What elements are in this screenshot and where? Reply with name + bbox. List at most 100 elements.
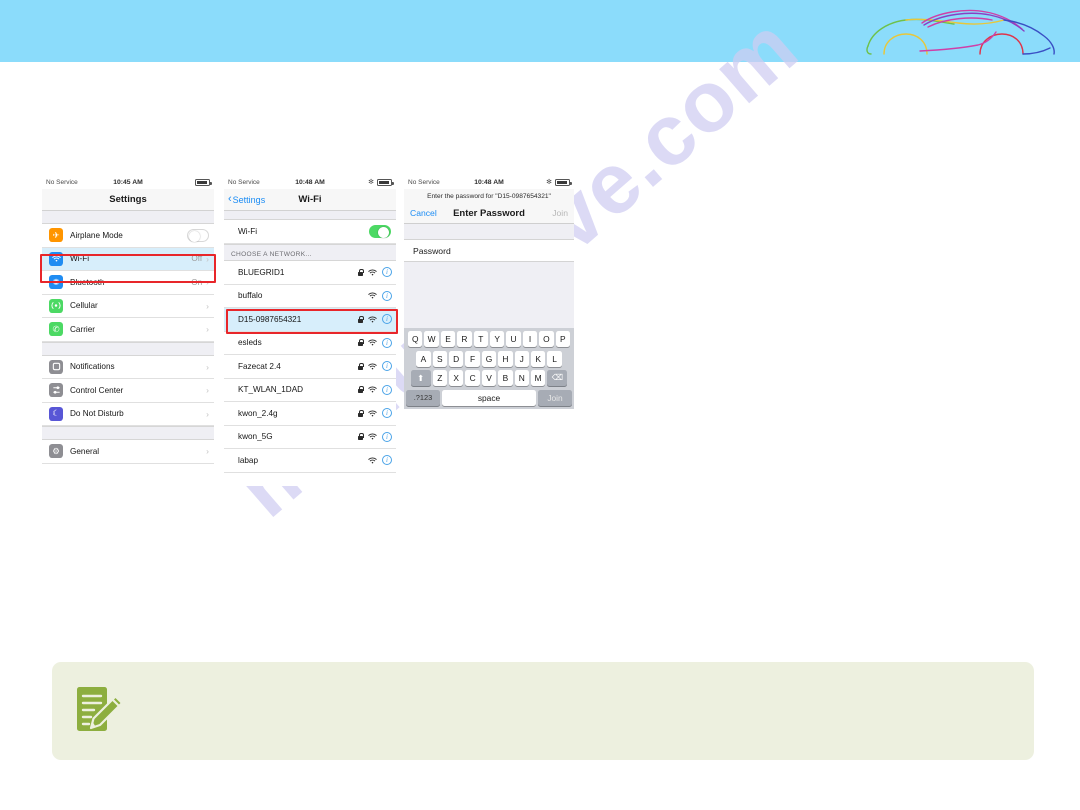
keyboard-row-2: A S D F G H J K L: [406, 350, 572, 367]
bluetooth-status-icon: ✻: [368, 179, 374, 186]
car-outline-logo: [866, 9, 1055, 55]
wifi-toggle[interactable]: [369, 225, 391, 238]
network-info-button[interactable]: i: [382, 408, 392, 419]
sidebar-item-carrier[interactable]: ✆ Carrier ›: [42, 318, 214, 342]
join-button[interactable]: Join: [552, 208, 568, 218]
network-info-button[interactable]: i: [382, 267, 392, 278]
network-info-button[interactable]: i: [382, 361, 392, 372]
network-info-button[interactable]: i: [382, 455, 392, 466]
key-z[interactable]: Z: [432, 370, 448, 386]
list-item[interactable]: kwon_2.4g i: [224, 402, 396, 426]
key-a[interactable]: A: [416, 350, 431, 367]
key-p[interactable]: P: [555, 331, 570, 347]
delete-key-icon[interactable]: ⌫: [547, 370, 568, 386]
chevron-right-icon: ›: [206, 253, 209, 264]
page-root: manualslive.com No Service 10:45 AM Sett…: [0, 0, 1080, 810]
row-label: Do Not Disturb: [70, 409, 124, 419]
settings-group-notifications: Notifications › Control Center › ☾ Do No…: [42, 355, 214, 426]
sidebar-item-airplane-mode[interactable]: ✈ Airplane Mode: [42, 224, 214, 248]
space-key[interactable]: space: [442, 389, 536, 406]
lock-icon: [358, 433, 364, 441]
sidebar-item-bluetooth[interactable]: ✺ Bluetooth On ›: [42, 271, 214, 295]
network-info-button[interactable]: i: [382, 337, 392, 348]
key-q[interactable]: Q: [408, 331, 423, 347]
clock-label: 10:45 AM: [113, 179, 143, 186]
chevron-right-icon: ›: [206, 324, 209, 334]
key-l[interactable]: L: [547, 350, 562, 367]
key-o[interactable]: O: [539, 331, 554, 347]
key-n[interactable]: N: [514, 370, 529, 386]
key-c[interactable]: C: [465, 370, 480, 386]
back-button[interactable]: ‹ Settings: [228, 194, 265, 205]
list-item[interactable]: BLUEGRID1 i: [224, 261, 396, 285]
row-label: Bluetooth: [70, 277, 105, 287]
chevron-left-icon: ‹: [228, 193, 232, 205]
list-item[interactable]: buffalo i: [224, 284, 396, 308]
phone-screen-password: No Service 10:48 AM ✻ Enter the password…: [404, 176, 574, 486]
row-value: On: [191, 277, 203, 287]
row-value: Off: [191, 254, 203, 264]
sidebar-item-general[interactable]: ⚙ General ›: [42, 440, 214, 464]
list-item-partial[interactable]: [224, 472, 396, 481]
list-item-selected-network[interactable]: D15-0987654321 i: [224, 308, 396, 332]
shift-key-icon[interactable]: ⬆: [410, 370, 431, 386]
lock-icon: [358, 339, 364, 347]
join-key[interactable]: Join: [538, 389, 572, 406]
network-info-button[interactable]: i: [382, 431, 392, 442]
battery-icon: [377, 179, 394, 186]
wifi-enable-row[interactable]: Wi-Fi: [224, 220, 396, 244]
nav-bar: ‹ Settings Wi-Fi: [224, 189, 396, 211]
list-item[interactable]: labap i: [224, 449, 396, 473]
page-title: Enter Password: [453, 207, 525, 219]
settings-group-general: ⚙ General ›: [42, 440, 214, 464]
sidebar-item-cellular[interactable]: Cellular ›: [42, 294, 214, 318]
control-center-icon: [49, 383, 63, 398]
wifi-signal-icon: [368, 363, 377, 370]
chevron-right-icon: ›: [206, 446, 209, 456]
gear-icon: ⚙: [49, 444, 63, 459]
sidebar-item-do-not-disturb[interactable]: ☾ Do Not Disturb ›: [42, 402, 214, 426]
sidebar-item-notifications[interactable]: Notifications ›: [42, 355, 214, 379]
key-i[interactable]: I: [522, 331, 538, 347]
row-label: Carrier: [70, 324, 96, 334]
network-info-button[interactable]: i: [382, 290, 392, 301]
list-item[interactable]: kwon_5G i: [224, 425, 396, 449]
password-input[interactable]: Password: [404, 240, 574, 262]
key-f[interactable]: F: [465, 350, 480, 367]
sidebar-item-control-center[interactable]: Control Center ›: [42, 379, 214, 403]
key-r[interactable]: R: [457, 331, 472, 347]
airplane-mode-toggle[interactable]: [187, 229, 209, 242]
key-v[interactable]: V: [481, 370, 497, 386]
network-info-button[interactable]: i: [382, 314, 392, 325]
wifi-signal-icon: [368, 292, 377, 299]
key-j[interactable]: J: [514, 350, 529, 367]
list-item[interactable]: Fazecat 2.4 i: [224, 355, 396, 379]
top-banner: [0, 0, 1080, 62]
password-prompt-text: Enter the password for "D15-0987654321": [404, 189, 574, 203]
network-info-button[interactable]: i: [382, 384, 392, 395]
keyboard-row-3: ⬆ Z X C V B N M ⌫: [406, 370, 572, 386]
wifi-icon: [49, 251, 63, 266]
key-x[interactable]: X: [449, 370, 464, 386]
key-g[interactable]: G: [481, 350, 497, 367]
row-label: Control Center: [70, 385, 124, 395]
row-label: General: [70, 446, 100, 456]
key-m[interactable]: M: [530, 370, 546, 386]
key-k[interactable]: K: [530, 350, 546, 367]
key-e[interactable]: E: [440, 331, 456, 347]
key-u[interactable]: U: [506, 331, 521, 347]
key-h[interactable]: H: [498, 350, 513, 367]
key-y[interactable]: Y: [490, 331, 505, 347]
key-t[interactable]: T: [473, 331, 488, 347]
sidebar-item-wifi[interactable]: Wi-Fi Off ›: [42, 247, 214, 271]
key-d[interactable]: D: [449, 350, 464, 367]
numbers-key[interactable]: .?123: [406, 389, 440, 406]
key-s[interactable]: S: [432, 350, 448, 367]
cellular-icon: [49, 298, 63, 313]
key-b[interactable]: B: [498, 370, 513, 386]
list-item[interactable]: KT_WLAN_1DAD i: [224, 378, 396, 402]
wifi-signal-icon: [368, 410, 377, 417]
list-item[interactable]: esleds i: [224, 331, 396, 355]
status-bar: No Service 10:48 AM ✻: [224, 176, 396, 189]
key-w[interactable]: W: [424, 331, 439, 347]
